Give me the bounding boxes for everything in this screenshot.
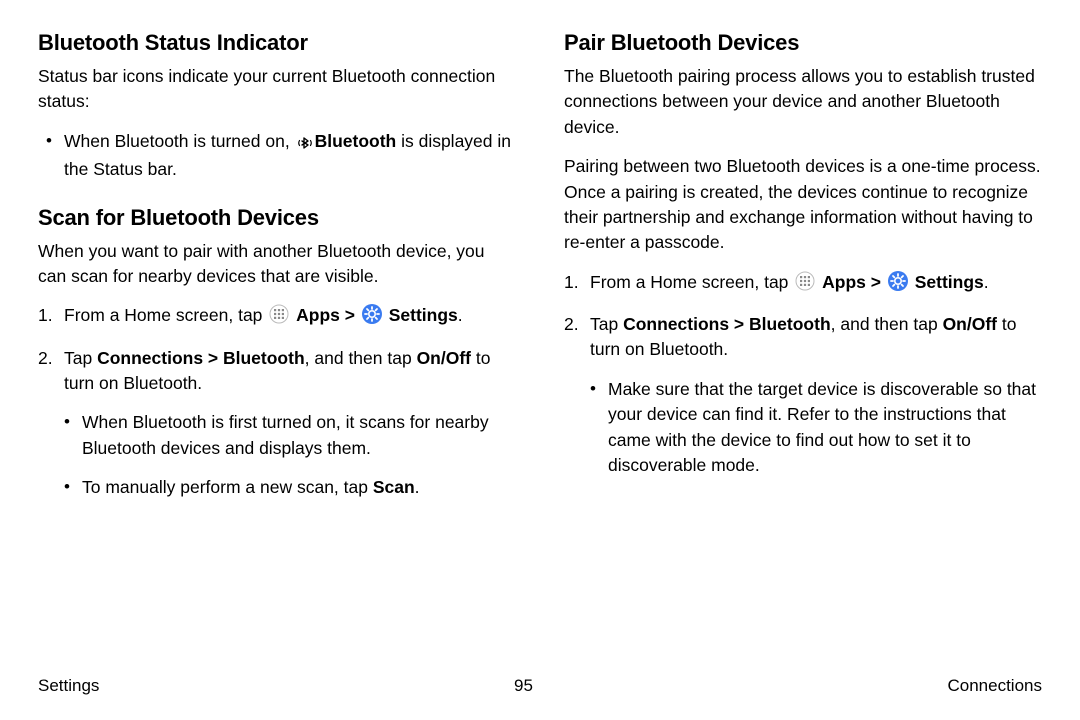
bold-text: On/Off <box>417 348 471 368</box>
text: , and then tap <box>831 314 943 334</box>
text: , and then tap <box>305 348 417 368</box>
intro-status-indicator: Status bar icons indicate your current B… <box>38 64 516 115</box>
page-number: 95 <box>514 676 533 696</box>
pair-p2: Pairing between two Bluetooth devices is… <box>564 154 1042 256</box>
bold-text: Apps <box>822 272 866 292</box>
text: . <box>458 305 463 325</box>
left-column: Bluetooth Status Indicator Status bar ic… <box>38 30 516 523</box>
section-pair-devices: Pair Bluetooth Devices The Bluetooth pai… <box>564 30 1042 478</box>
pair-step-2: Tap Connections > Bluetooth, and then ta… <box>590 312 1042 478</box>
pair-sub-bullets: Make sure that the target device is disc… <box>590 377 1042 479</box>
heading-scan-devices: Scan for Bluetooth Devices <box>38 205 516 231</box>
scan-step-1: From a Home screen, tap Apps > Settings. <box>64 303 516 331</box>
text: From a Home screen, tap <box>64 305 267 325</box>
pair-step-1: From a Home screen, tap Apps > Settings. <box>590 270 1042 298</box>
scan-sub-2: To manually perform a new scan, tap Scan… <box>82 475 516 500</box>
page-footer: Settings 95 Connections <box>38 676 1042 696</box>
bold-text: Bluetooth <box>315 131 397 151</box>
footer-right: Connections <box>947 676 1042 696</box>
text: Tap <box>64 348 97 368</box>
separator: > <box>340 305 360 325</box>
heading-status-indicator: Bluetooth Status Indicator <box>38 30 516 56</box>
scan-step-2: Tap Connections > Bluetooth, and then ta… <box>64 346 516 501</box>
bold-text: Connections > Bluetooth <box>623 314 831 334</box>
intro-scan-devices: When you want to pair with another Bluet… <box>38 239 516 290</box>
bold-text: Connections > Bluetooth <box>97 348 305 368</box>
right-column: Pair Bluetooth Devices The Bluetooth pai… <box>564 30 1042 523</box>
bold-text: Scan <box>373 477 415 497</box>
apps-icon <box>269 304 289 331</box>
bold-text: Settings <box>915 272 984 292</box>
scan-steps: From a Home screen, tap Apps > Settings.… <box>38 303 516 500</box>
text: Tap <box>590 314 623 334</box>
scan-sub-1: When Bluetooth is first turned on, it sc… <box>82 410 516 461</box>
pair-sub-1: Make sure that the target device is disc… <box>608 377 1042 479</box>
pair-steps: From a Home screen, tap Apps > Settings.… <box>564 270 1042 479</box>
pair-p1: The Bluetooth pairing process allows you… <box>564 64 1042 140</box>
text: When Bluetooth is turned on, <box>64 131 295 151</box>
bold-text: Apps <box>296 305 340 325</box>
separator: > <box>866 272 886 292</box>
status-bullets: When Bluetooth is turned on, Bluetooth i… <box>38 129 516 183</box>
text: To manually perform a new scan, tap <box>82 477 373 497</box>
scan-sub-bullets: When Bluetooth is first turned on, it sc… <box>64 410 516 500</box>
settings-icon <box>888 271 908 298</box>
heading-pair-devices: Pair Bluetooth Devices <box>564 30 1042 56</box>
bold-text: Settings <box>389 305 458 325</box>
settings-icon <box>362 304 382 331</box>
bluetooth-icon <box>297 132 313 157</box>
status-bullet-item: When Bluetooth is turned on, Bluetooth i… <box>64 129 516 183</box>
text: From a Home screen, tap <box>590 272 793 292</box>
bold-text: On/Off <box>943 314 997 334</box>
apps-icon <box>795 271 815 298</box>
page-columns: Bluetooth Status Indicator Status bar ic… <box>38 30 1042 523</box>
text: . <box>984 272 989 292</box>
footer-left: Settings <box>38 676 99 696</box>
text: . <box>415 477 420 497</box>
section-scan-devices: Scan for Bluetooth Devices When you want… <box>38 205 516 501</box>
section-status-indicator: Bluetooth Status Indicator Status bar ic… <box>38 30 516 183</box>
